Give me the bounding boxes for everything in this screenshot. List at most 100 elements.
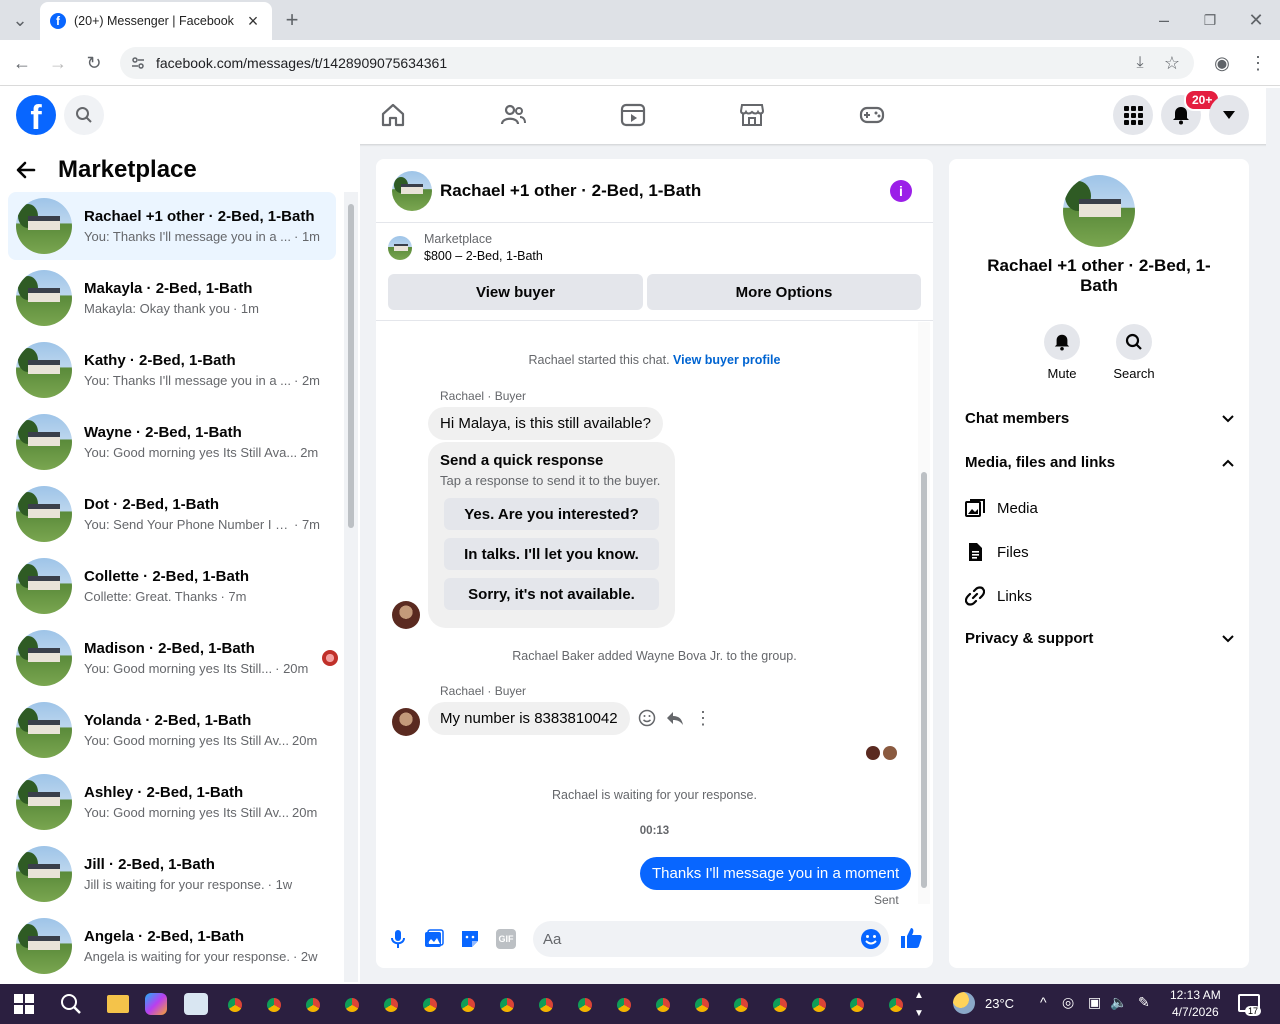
weather-icon[interactable]	[953, 992, 975, 1014]
tray-chevron-icon[interactable]: ^	[1040, 994, 1047, 1010]
view-buyer-button[interactable]: View buyer	[388, 274, 643, 310]
windows-start-icon[interactable]	[14, 994, 34, 1014]
conversation-item[interactable]: Angela · 2-Bed, 1-Bath Angela is waiting …	[8, 912, 336, 980]
paint-icon[interactable]	[184, 993, 208, 1015]
media-item[interactable]: Media	[965, 498, 1038, 518]
tab-list-chevron-icon[interactable]: ⌄	[8, 8, 32, 32]
conversation-item[interactable]: Dot · 2-Bed, 1-Bath You: Send Your Phone …	[8, 480, 336, 548]
chrome-taskbar-icon[interactable]	[767, 992, 793, 1018]
more-actions-icon[interactable]: ⋮	[694, 709, 712, 727]
taskbar-scroll-up-icon[interactable]: ▲	[914, 990, 924, 1001]
group-avatar[interactable]	[1063, 175, 1135, 247]
reply-icon[interactable]	[666, 709, 684, 727]
chrome-taskbar-icon[interactable]	[728, 992, 754, 1018]
media-files-links-section[interactable]: Media, files and links	[965, 454, 1235, 471]
minimize-icon[interactable]: –	[1152, 8, 1176, 32]
chrome-taskbar-icon[interactable]	[222, 992, 248, 1018]
message-input[interactable]: Aa	[533, 921, 889, 957]
weather-temperature[interactable]: 23°C	[985, 996, 1014, 1011]
chrome-taskbar-icon[interactable]	[533, 992, 559, 1018]
search-button[interactable]	[64, 95, 104, 135]
emoji-icon[interactable]	[860, 928, 882, 950]
conversation-scrollbar[interactable]	[344, 192, 358, 982]
chat-scrollbar[interactable]	[918, 322, 930, 904]
menu-button[interactable]	[1113, 95, 1153, 135]
thumbs-up-icon[interactable]	[899, 926, 923, 950]
browser-tab[interactable]: f (20+) Messenger | Facebook ×	[40, 2, 272, 40]
files-item[interactable]: Files	[965, 542, 1029, 562]
react-emoji-icon[interactable]	[638, 709, 656, 727]
taskbar-scroll-down-icon[interactable]: ▼	[914, 1008, 924, 1019]
page-scrollbar[interactable]	[1266, 88, 1280, 984]
conversation-item[interactable]: Yolanda · 2-Bed, 1-Bath You: Good morning…	[8, 696, 336, 764]
chrome-taskbar-icon[interactable]	[806, 992, 832, 1018]
more-options-button[interactable]: More Options	[647, 274, 921, 310]
friends-nav-button[interactable]	[500, 102, 526, 128]
chrome-taskbar-icon[interactable]	[611, 992, 637, 1018]
forward-icon[interactable]: →	[46, 51, 70, 75]
chrome-taskbar-icon[interactable]	[300, 992, 326, 1018]
browser-menu-icon[interactable]: ⋮	[1246, 51, 1270, 75]
chrome-taskbar-icon[interactable]	[339, 992, 365, 1018]
taskbar-search-icon[interactable]	[60, 993, 82, 1015]
account-button[interactable]	[1209, 95, 1249, 135]
chrome-taskbar-icon[interactable]	[261, 992, 287, 1018]
clock[interactable]: 12:13 AM 4/7/2026	[1170, 988, 1221, 1019]
photo-icon[interactable]	[424, 929, 444, 949]
new-tab-icon[interactable]: +	[280, 8, 304, 32]
microphone-icon[interactable]	[390, 929, 406, 949]
conversation-scrollbar-thumb[interactable]	[348, 204, 354, 528]
conversation-item[interactable]: Rachael +1 other · 2-Bed, 1-Bath You: Tha…	[8, 192, 336, 260]
tray-camera-icon[interactable]: ▣	[1088, 994, 1101, 1011]
chrome-taskbar-icon[interactable]	[378, 992, 404, 1018]
profile-icon[interactable]: ◉	[1210, 51, 1234, 75]
close-window-icon[interactable]: ✕	[1244, 8, 1268, 32]
conversation-item[interactable]: Ashley · 2-Bed, 1-Bath You: Good morning …	[8, 768, 336, 836]
copilot-icon[interactable]	[145, 993, 167, 1015]
gaming-nav-button[interactable]	[859, 102, 885, 128]
tray-pen-icon[interactable]: ✎	[1138, 994, 1150, 1011]
tray-volume-icon[interactable]: 🔈	[1110, 994, 1127, 1011]
outgoing-message[interactable]: Thanks I'll message you in a moment	[640, 857, 912, 890]
mute-button[interactable]: Mute	[1040, 324, 1084, 381]
chat-scrollbar-thumb[interactable]	[921, 472, 927, 888]
buyer-avatar[interactable]	[392, 601, 420, 629]
chat-members-section[interactable]: Chat members	[965, 410, 1235, 427]
incoming-message[interactable]: Hi Malaya, is this still available?	[428, 407, 663, 440]
search-conversation-button[interactable]: Search	[1108, 324, 1160, 381]
site-info-icon[interactable]	[130, 55, 146, 71]
file-explorer-icon[interactable]	[107, 995, 129, 1013]
chat-title[interactable]: Rachael +1 other · 2-Bed, 1-Bath	[440, 181, 701, 201]
incoming-message-number[interactable]: My number is 8383810042	[428, 702, 630, 735]
tray-location-icon[interactable]: ◎	[1062, 994, 1074, 1011]
close-tab-icon[interactable]: ×	[244, 11, 262, 32]
view-buyer-profile-link[interactable]: View buyer profile	[673, 353, 780, 367]
restore-icon[interactable]: ❐	[1198, 8, 1222, 32]
quick-response-yes-button[interactable]: Yes. Are you interested?	[444, 498, 659, 530]
conversation-item[interactable]: Kathy · 2-Bed, 1-Bath You: Thanks I'll me…	[8, 336, 336, 404]
quick-response-talks-button[interactable]: In talks. I'll let you know.	[444, 538, 659, 570]
quick-response-unavailable-button[interactable]: Sorry, it's not available.	[444, 578, 659, 610]
links-item[interactable]: Links	[965, 586, 1032, 606]
reload-icon[interactable]: ↻	[82, 51, 106, 75]
chat-avatar[interactable]	[392, 170, 432, 211]
back-arrow-icon[interactable]	[16, 160, 36, 180]
listing-summary[interactable]: Marketplace $800 – 2-Bed, 1-Bath	[388, 232, 543, 263]
chrome-taskbar-icon[interactable]	[417, 992, 443, 1018]
conversation-item[interactable]: Makayla · 2-Bed, 1-Bath Makayla: Okay tha…	[8, 264, 336, 332]
conversation-item[interactable]: Wayne · 2-Bed, 1-Bath You: Good morning y…	[8, 408, 336, 476]
sticker-icon[interactable]	[460, 929, 480, 949]
info-icon[interactable]: i	[890, 180, 912, 202]
chrome-taskbar-icon[interactable]	[572, 992, 598, 1018]
bookmark-star-icon[interactable]: ☆	[1160, 51, 1184, 75]
conversation-item[interactable]: Collette · 2-Bed, 1-Bath Collette: Great.…	[8, 552, 336, 620]
privacy-support-section[interactable]: Privacy & support	[965, 630, 1235, 647]
facebook-logo-icon[interactable]: f	[16, 95, 56, 135]
install-app-icon[interactable]: ⤓	[1128, 51, 1152, 75]
chrome-taskbar-icon[interactable]	[650, 992, 676, 1018]
video-nav-button[interactable]	[620, 102, 646, 128]
marketplace-nav-button[interactable]	[739, 102, 765, 128]
back-icon[interactable]: ←	[10, 51, 34, 75]
conversation-item[interactable]: Jill · 2-Bed, 1-Bath Jill is waiting for …	[8, 840, 336, 908]
chrome-taskbar-icon[interactable]	[689, 992, 715, 1018]
